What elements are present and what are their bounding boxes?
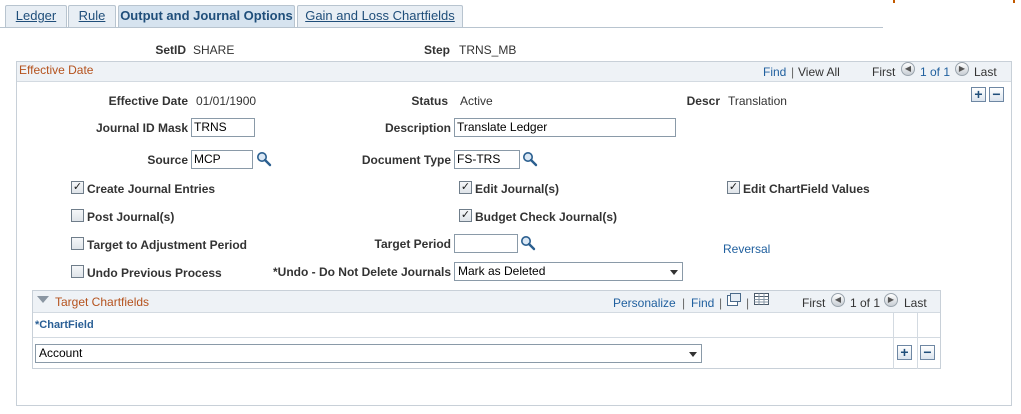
target-chartfields-title: Target Chartfields: [55, 295, 150, 309]
create-journal-entries-label: Create Journal Entries: [87, 182, 216, 196]
view-all-grid-icon[interactable]: [727, 293, 741, 306]
find-link[interactable]: Find: [763, 65, 786, 79]
step-label: Step: [423, 43, 450, 57]
grid-first-label: First: [802, 296, 826, 310]
grid-previous-arrow-icon[interactable]: ◀: [831, 293, 845, 307]
grid-add-row-icon[interactable]: +: [897, 345, 912, 360]
edit-journals-checkbox[interactable]: ✓: [459, 181, 472, 194]
column-divider: [917, 313, 918, 369]
tab-gain-and-loss-chartfields[interactable]: Gain and Loss Chartfields: [297, 5, 463, 27]
chartfield-select-value: Account: [39, 346, 83, 360]
grid-page-info: 1 of 1: [850, 296, 881, 310]
tab-underline: [0, 27, 883, 28]
last-label: Last: [974, 65, 997, 79]
edit-chartfield-values-checkbox[interactable]: ✓: [727, 181, 740, 194]
next-arrow-icon[interactable]: ▶: [955, 62, 969, 76]
effective-date-label: Effective Date: [108, 94, 188, 108]
journal-id-mask-label: Journal ID Mask: [95, 121, 188, 135]
top-right-mark: [893, 0, 895, 3]
grid-next-arrow-icon[interactable]: ▶: [884, 293, 898, 307]
step-value: TRNS_MB: [459, 43, 517, 57]
descr-label: Descr: [686, 94, 720, 108]
tab-ledger[interactable]: Ledger: [5, 5, 67, 27]
status-label: Status: [411, 94, 448, 108]
separator: |: [791, 65, 795, 79]
chartfield-select[interactable]: Account: [35, 344, 702, 363]
post-journals-checkbox[interactable]: [71, 209, 84, 222]
create-journal-entries-checkbox[interactable]: ✓: [71, 181, 84, 194]
add-row-icon[interactable]: +: [971, 87, 986, 102]
page-info: 1 of 1: [920, 65, 951, 79]
budget-check-journals-checkbox[interactable]: ✓: [459, 209, 472, 222]
grid-column-header-row: [33, 313, 940, 338]
source-label: Source: [147, 153, 188, 167]
delete-row-icon[interactable]: −: [989, 87, 1004, 102]
chevron-down-icon: [670, 270, 678, 275]
target-period-lookup-icon[interactable]: [520, 235, 536, 251]
document-type-input[interactable]: FS-TRS: [454, 150, 520, 169]
download-spreadsheet-icon[interactable]: [754, 293, 769, 305]
first-label: First: [872, 65, 896, 79]
source-lookup-icon[interactable]: [256, 151, 272, 167]
effective-date-title: Effective Date: [19, 63, 94, 77]
tab-rule[interactable]: Rule: [68, 5, 116, 27]
edit-chartfield-values-label: Edit ChartField Values: [743, 182, 870, 196]
column-divider: [893, 313, 894, 369]
undo-select[interactable]: Mark as Deleted: [454, 262, 683, 281]
view-all-link[interactable]: View All: [798, 65, 840, 79]
top-right-mark: [1013, 0, 1015, 3]
effective-date-header: [17, 62, 1011, 82]
reversal-link[interactable]: Reversal: [723, 242, 770, 256]
target-period-label: Target Period: [374, 237, 451, 251]
document-type-label: Document Type: [361, 153, 451, 167]
journal-id-mask-input[interactable]: TRNS: [191, 118, 255, 137]
separator: |: [682, 296, 686, 310]
grid-last-label: Last: [904, 296, 927, 310]
separator: |: [719, 296, 723, 310]
undo-previous-process-checkbox[interactable]: [71, 265, 84, 278]
target-adjustment-period-label: Target to Adjustment Period: [87, 238, 248, 252]
edit-journals-label: Edit Journal(s): [475, 182, 560, 196]
budget-check-journals-label: Budget Check Journal(s): [475, 210, 618, 224]
undo-label: *Undo - Do Not Delete Journals: [272, 265, 451, 279]
chartfield-column-header: *ChartField: [35, 319, 94, 331]
target-adjustment-period-checkbox[interactable]: [71, 237, 84, 250]
grid-delete-row-icon[interactable]: −: [920, 345, 935, 360]
personalize-link[interactable]: Personalize: [613, 296, 676, 310]
status-value: Active: [460, 94, 493, 108]
source-input[interactable]: MCP: [191, 150, 253, 169]
setid-label: SetID: [155, 43, 186, 57]
grid-find-link[interactable]: Find: [691, 296, 714, 310]
post-journals-label: Post Journal(s): [87, 210, 175, 224]
undo-previous-process-label: Undo Previous Process: [87, 266, 222, 280]
setid-value: SHARE: [193, 43, 235, 57]
chevron-down-icon: [689, 352, 697, 357]
effective-date-value: 01/01/1900: [196, 94, 257, 108]
undo-select-value: Mark as Deleted: [458, 264, 546, 278]
description-label: Description: [384, 121, 451, 135]
separator: |: [746, 296, 750, 310]
descr-value: Translation: [728, 94, 787, 108]
document-type-lookup-icon[interactable]: [522, 151, 538, 167]
previous-arrow-icon[interactable]: ◀: [901, 62, 915, 76]
collapse-triangle-icon[interactable]: [37, 296, 49, 303]
target-period-input[interactable]: [454, 234, 518, 253]
tab-output-and-journal-options[interactable]: Output and Journal Options: [118, 5, 295, 27]
description-input[interactable]: Translate Ledger: [454, 118, 676, 137]
